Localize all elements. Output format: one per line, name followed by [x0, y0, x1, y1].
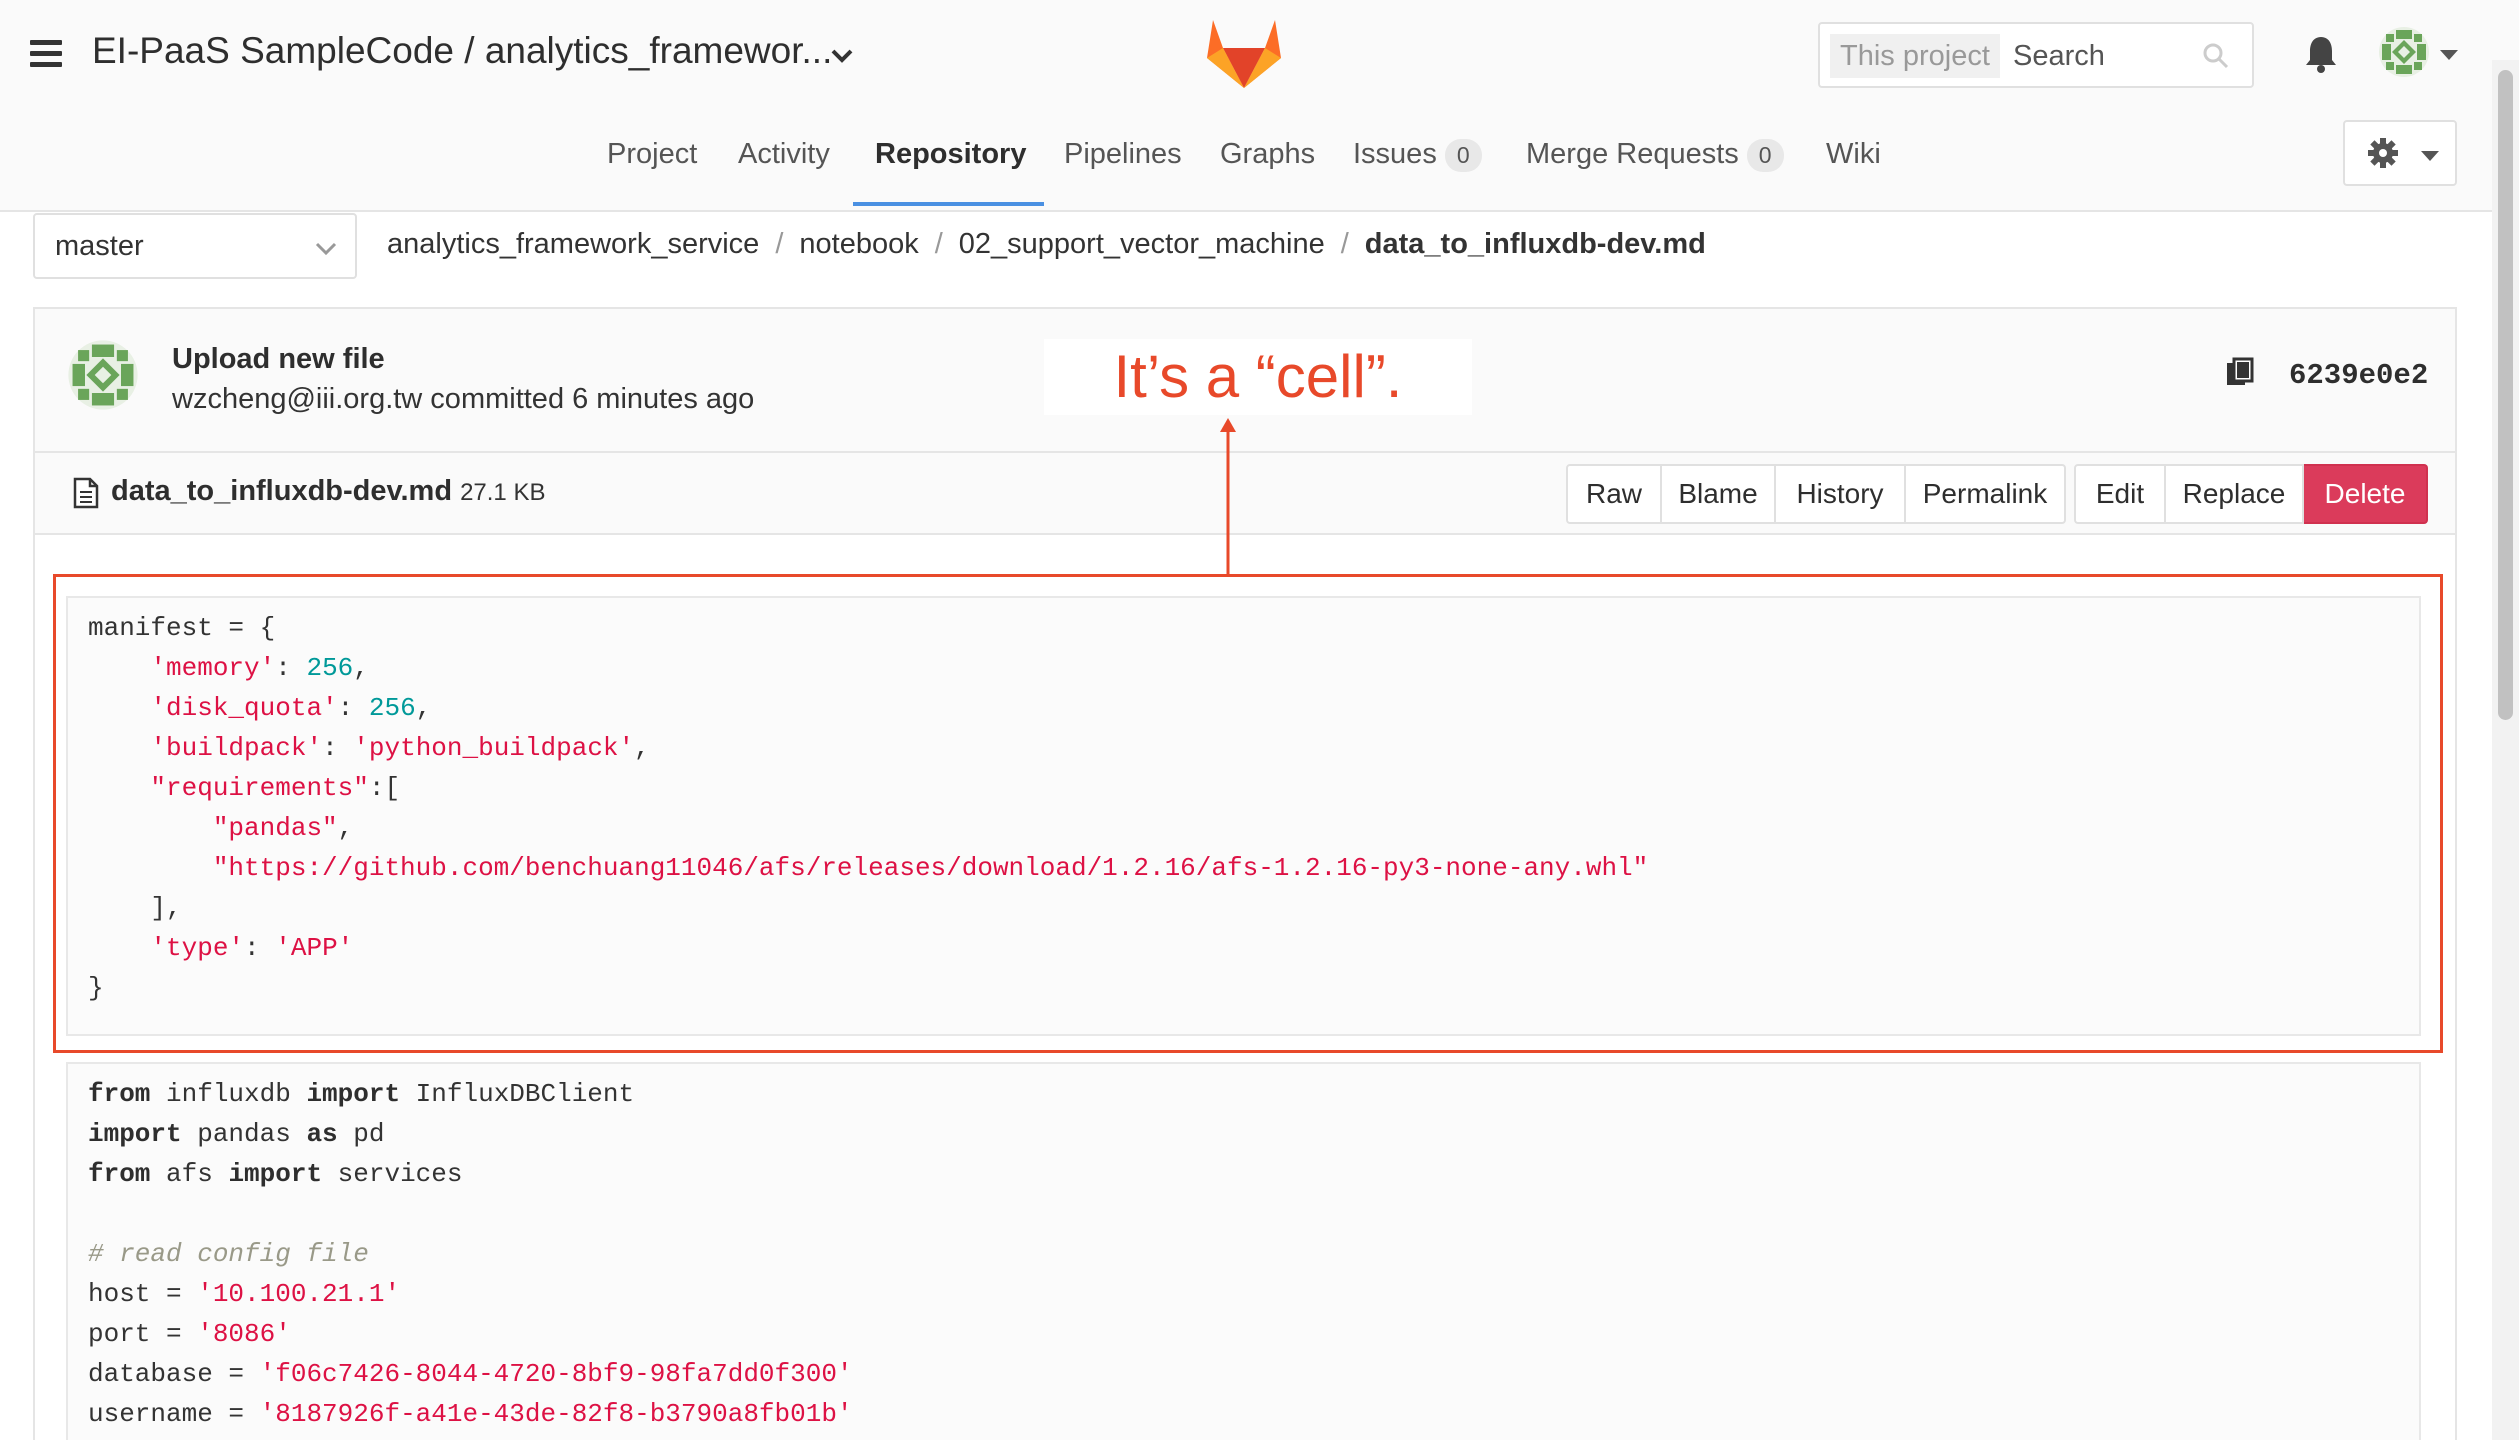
gear-icon — [2367, 137, 2399, 174]
merge-requests-count-badge: 0 — [1746, 139, 1784, 172]
blame-button[interactable]: Blame — [1662, 464, 1776, 524]
file-breadcrumb: analytics_framework_service / notebook / 02_… — [387, 228, 1706, 261]
breadcrumb-separator: / — [1340, 228, 1349, 260]
file-icon — [73, 477, 99, 514]
commit-sha[interactable]: 6239e0e2 — [2289, 359, 2428, 392]
breadcrumb-item-file[interactable]: data_to_influxdb-dev.md — [1365, 228, 1706, 260]
tab-repository[interactable]: Repository — [875, 138, 1026, 171]
history-button[interactable]: History — [1776, 464, 1906, 524]
chevron-down-icon — [315, 236, 337, 262]
caret-down-icon[interactable] — [2440, 50, 2458, 60]
scrollbar-thumb[interactable] — [2498, 70, 2513, 720]
breadcrumb-item-notebook[interactable]: notebook — [799, 228, 918, 260]
annotation-label: It’s a “cell”. — [1044, 339, 1472, 415]
file-size: 27.1 KB — [460, 479, 546, 506]
edit-button[interactable]: Edit — [2074, 464, 2166, 524]
code-line: username = '8187926f-a41e-43de-82f8-b379… — [88, 1399, 853, 1429]
branch-name: master — [55, 230, 144, 262]
tab-project[interactable]: Project — [607, 138, 697, 171]
breadcrumb-separator: / — [934, 228, 943, 260]
annotation-text: It’s a “cell”. — [1113, 343, 1403, 410]
file-view-buttons: Raw Blame History Permalink — [1566, 464, 2066, 524]
tab-graphs[interactable]: Graphs — [1220, 138, 1315, 171]
annotation-arrow-icon — [1218, 418, 1238, 581]
code-line: import pandas as pd — [88, 1119, 385, 1149]
breadcrumb-item-repo[interactable]: analytics_framework_service — [387, 228, 759, 260]
file-name: data_to_influxdb-dev.md — [111, 475, 453, 507]
project-title[interactable]: EI-PaaS SampleCode / analytics_framewor.… — [92, 30, 832, 72]
copy-icon[interactable] — [2225, 357, 2255, 394]
user-avatar[interactable] — [2378, 26, 2430, 78]
code-cell-body: from influxdb import InfluxDBClient impor… — [68, 1064, 2419, 1434]
search-icon — [2202, 42, 2230, 75]
raw-button[interactable]: Raw — [1566, 464, 1662, 524]
branch-selector[interactable]: master — [33, 213, 357, 279]
code-line: from influxdb import InfluxDBClient — [88, 1079, 635, 1109]
delete-button[interactable]: Delete — [2304, 464, 2428, 524]
file-title: data_to_influxdb-dev.md 27.1 KB — [111, 475, 545, 508]
commit-author-avatar[interactable] — [67, 339, 139, 411]
permalink-button[interactable]: Permalink — [1906, 464, 2066, 524]
replace-button[interactable]: Replace — [2166, 464, 2304, 524]
caret-down-icon — [2421, 151, 2439, 161]
active-tab-indicator — [853, 202, 1044, 206]
commit-message[interactable]: Upload new file — [172, 343, 385, 376]
chevron-down-icon[interactable] — [830, 40, 854, 71]
page-scrollbar[interactable] — [2492, 60, 2519, 1440]
gitlab-logo-icon[interactable] — [1205, 18, 1283, 90]
tab-merge-requests-label: Merge Requests — [1526, 138, 1739, 170]
tab-issues-label: Issues — [1353, 138, 1437, 170]
code-line: host = '10.100.21.1' — [88, 1279, 401, 1309]
code-cell: from influxdb import InfluxDBClient impor… — [66, 1062, 2421, 1440]
search-input[interactable]: Search — [2013, 34, 2105, 78]
search-field[interactable]: This project Search — [1818, 22, 2254, 88]
cell-highlight-frame — [53, 574, 2443, 1053]
tab-merge-requests[interactable]: Merge Requests 0 — [1526, 138, 1784, 172]
search-scope-label: This project — [1830, 34, 2000, 78]
bell-icon[interactable] — [2303, 34, 2339, 79]
tab-issues[interactable]: Issues 0 — [1353, 138, 1482, 172]
commit-meta: wzcheng@iii.org.tw committed 6 minutes a… — [172, 383, 755, 415]
menu-icon[interactable] — [30, 40, 62, 68]
project-settings-button[interactable] — [2343, 120, 2457, 186]
issues-count-badge: 0 — [1444, 139, 1482, 172]
file-edit-buttons: Edit Replace Delete — [2074, 464, 2428, 524]
breadcrumb-item-folder[interactable]: 02_support_vector_machine — [959, 228, 1325, 260]
breadcrumb-separator: / — [775, 228, 784, 260]
tab-activity[interactable]: Activity — [738, 138, 830, 171]
code-line: # read config file — [88, 1239, 369, 1269]
project-nav: Project Activity Repository Pipelines Gr… — [0, 128, 2519, 208]
tab-wiki[interactable]: Wiki — [1826, 138, 1881, 171]
code-line: database = 'f06c7426-8044-4720-8bf9-98fa… — [88, 1359, 853, 1389]
code-line: from afs import services — [88, 1159, 463, 1189]
code-line: port = '8086' — [88, 1319, 291, 1349]
tab-pipelines[interactable]: Pipelines — [1064, 138, 1182, 171]
